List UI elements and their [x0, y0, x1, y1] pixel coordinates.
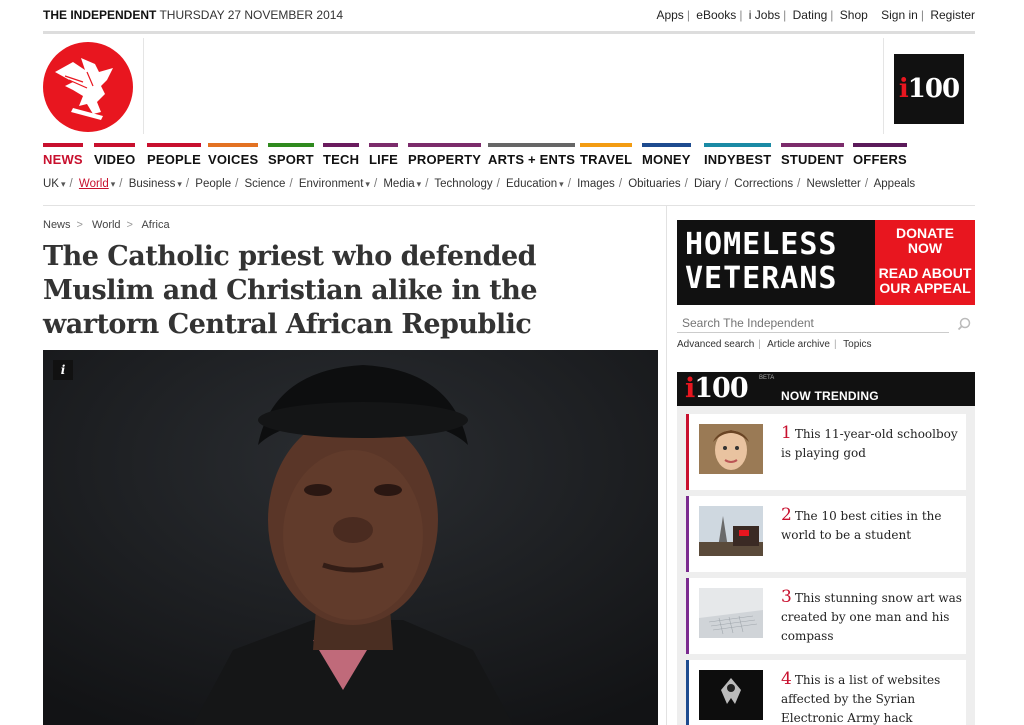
nav-divider [43, 205, 975, 206]
masthead: i100 [43, 31, 975, 135]
nav-video[interactable]: VIDEO [94, 143, 136, 171]
subnav-technology[interactable]: Technology [434, 178, 492, 190]
i100-trending-widget: i100 BETA NOW TRENDING 1 This 11-year-old… [677, 372, 975, 725]
trending-thumbnail [699, 588, 763, 638]
i100-logo[interactable]: i100 [685, 373, 749, 404]
portrait-illustration [43, 350, 658, 725]
nav-news[interactable]: NEWS [43, 143, 83, 171]
trending-thumbnail [699, 670, 763, 720]
link-ijobs[interactable]: i Jobs [749, 8, 780, 22]
search-links: Advanced search | Article archive | Topics [677, 339, 872, 350]
nav-sport[interactable]: SPORT [268, 143, 314, 171]
brand-name[interactable]: THE INDEPENDENT [43, 8, 156, 22]
nav-money[interactable]: MONEY [642, 143, 691, 171]
breadcrumb: News > World > Africa [43, 219, 170, 231]
nav-life[interactable]: LIFE [369, 143, 398, 171]
ad-cta[interactable]: DONATE NOW READ ABOUT OUR APPEAL [875, 220, 975, 305]
homeless-veterans-ad[interactable]: HOMELESS VETERANS DONATE NOW READ ABOUT … [677, 220, 975, 305]
top-bar: THE INDEPENDENT THURSDAY 27 NOVEMBER 201… [43, 8, 975, 24]
nav-arts-ents[interactable]: ARTS + ENTS [488, 143, 576, 171]
subnav-environment[interactable]: Environment ▾ [299, 178, 370, 190]
image-info-icon[interactable]: i [53, 360, 73, 380]
trending-headline[interactable]: 3 This stunning snow art was created by o… [781, 588, 963, 646]
section-subnav: UK ▾ / World ▾ / Business ▾ / People / Science /… [43, 178, 916, 190]
sign-in-link[interactable]: Sign in [881, 8, 918, 22]
trending-item[interactable]: 4 This is a list of websites affected by … [686, 660, 966, 725]
trending-title: NOW TRENDING [781, 389, 879, 403]
breadcrumb-world[interactable]: World [92, 219, 121, 231]
subnav-diary[interactable]: Diary [694, 178, 721, 190]
independent-eagle-logo[interactable] [43, 42, 133, 132]
i100-badge[interactable]: i100 [894, 54, 964, 124]
nav-people[interactable]: PEOPLE [147, 143, 201, 171]
breadcrumb-africa[interactable]: Africa [141, 219, 169, 231]
trending-headline[interactable]: 4 This is a list of websites affected by … [781, 670, 963, 725]
nav-property[interactable]: PROPERTY [408, 143, 482, 171]
search-input[interactable] [677, 313, 949, 333]
link-shop[interactable]: Shop [840, 8, 868, 22]
trending-item[interactable]: 3 This stunning snow art was created by o… [686, 578, 966, 654]
trending-header: i100 BETA NOW TRENDING [677, 372, 975, 406]
subnav-obituaries[interactable]: Obituaries [628, 178, 680, 190]
ad-title: HOMELESS VETERANS [685, 227, 838, 296]
trending-headline[interactable]: 2 The 10 best cities in the world to be a… [781, 506, 963, 545]
trending-headline[interactable]: 1 This 11-year-old schoolboy is playing g… [781, 424, 963, 463]
breadcrumb-news[interactable]: News [43, 219, 71, 231]
subnav-science[interactable]: Science [245, 178, 286, 190]
subnav-people[interactable]: People [195, 178, 231, 190]
article-archive-link[interactable]: Article archive [767, 339, 830, 350]
trending-thumbnail [699, 506, 763, 556]
column-divider [666, 206, 667, 725]
link-apps[interactable]: Apps [656, 8, 683, 22]
beta-label: BETA [759, 375, 775, 381]
masthead-divider [883, 38, 884, 134]
nav-student[interactable]: STUDENT [781, 143, 844, 171]
subnav-education[interactable]: Education ▾ [506, 178, 564, 190]
nav-offers[interactable]: OFFERS [853, 143, 907, 171]
eagle-icon [55, 58, 113, 120]
current-date: THURSDAY 27 NOVEMBER 2014 [159, 8, 344, 22]
subnav-images[interactable]: Images [577, 178, 615, 190]
site-search [677, 313, 975, 335]
subnav-uk[interactable]: UK ▾ [43, 178, 66, 190]
trending-thumbnail [699, 424, 763, 474]
register-link[interactable]: Register [930, 8, 975, 22]
search-icon[interactable] [957, 317, 971, 331]
masthead-divider [143, 38, 144, 134]
nav-indybest[interactable]: INDYBEST [704, 143, 772, 171]
topics-link[interactable]: Topics [843, 339, 871, 350]
subnav-corrections[interactable]: Corrections [734, 178, 793, 190]
nav-tech[interactable]: TECH [323, 143, 360, 171]
article-headline: The Catholic priest who defended Muslim … [43, 241, 538, 340]
trending-item[interactable]: 1 This 11-year-old schoolboy is playing g… [686, 414, 966, 490]
nav-voices[interactable]: VOICES [208, 143, 259, 171]
utility-links: Apps | eBooks | i Jobs | Dating | Shop Sign … [656, 8, 975, 22]
subnav-newsletter[interactable]: Newsletter [807, 178, 861, 190]
article-lead-photo[interactable]: i [43, 350, 658, 725]
trending-item[interactable]: 2 The 10 best cities in the world to be a… [686, 496, 966, 572]
nav-travel[interactable]: TRAVEL [580, 143, 633, 171]
subnav-media[interactable]: Media ▾ [383, 178, 421, 190]
subnav-world[interactable]: World ▾ [79, 178, 115, 190]
link-dating[interactable]: Dating [793, 8, 828, 22]
subnav-business[interactable]: Business ▾ [129, 178, 182, 190]
link-ebooks[interactable]: eBooks [696, 8, 736, 22]
subnav-appeals[interactable]: Appeals [874, 178, 916, 190]
advanced-search-link[interactable]: Advanced search [677, 339, 754, 350]
